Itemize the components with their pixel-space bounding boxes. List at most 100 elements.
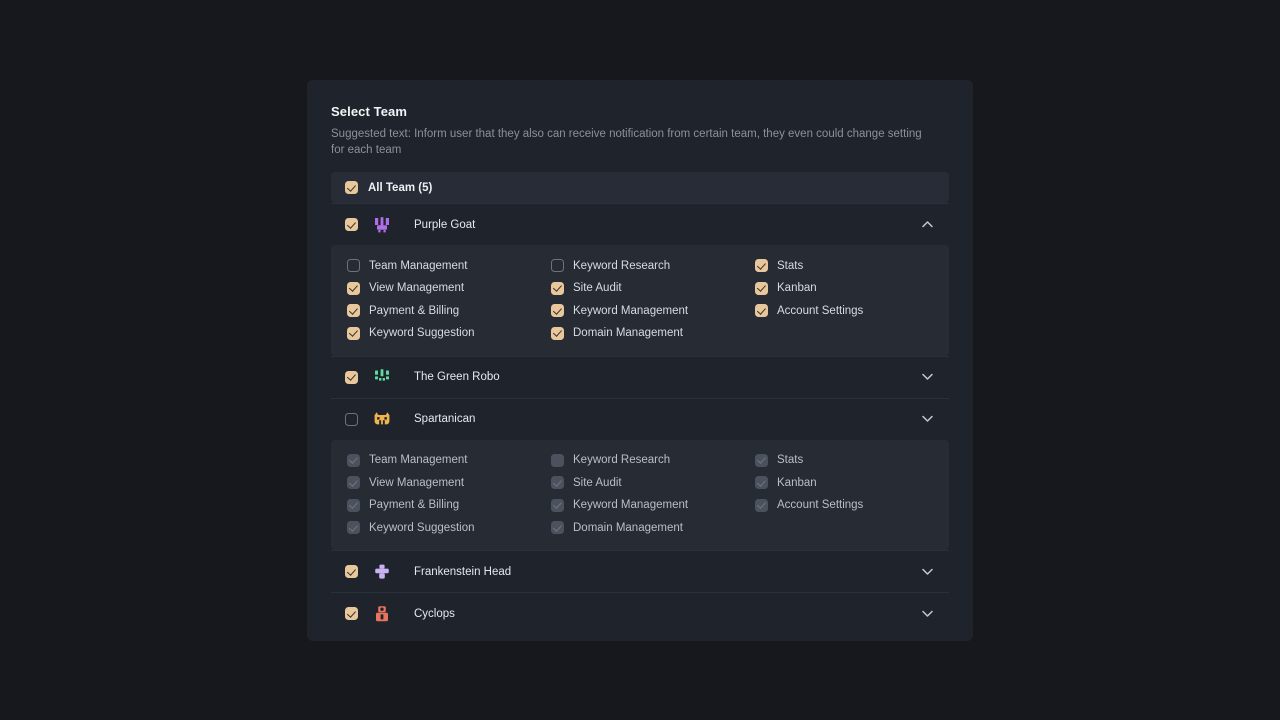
team-row[interactable]: Frankenstein Head (331, 550, 949, 592)
permission-label: Payment & Billing (369, 499, 460, 511)
permission-checkbox (551, 476, 564, 489)
team-row[interactable]: The Green Robo (331, 355, 949, 398)
team-name-label: Spartanican (414, 413, 476, 425)
permission-label: Site Audit (573, 282, 622, 294)
permission-checkbox[interactable] (755, 304, 768, 317)
app-root: Select Team Suggested text: Inform user … (0, 0, 1280, 720)
permission-item: View Management (347, 476, 551, 489)
permission-item[interactable]: View Management (347, 281, 551, 295)
permission-cell-empty (755, 327, 933, 340)
permission-checkbox (347, 521, 360, 534)
permission-checkbox[interactable] (551, 281, 564, 295)
permission-label: Kanban (777, 476, 817, 489)
permission-label: Keyword Suggestion (369, 521, 475, 534)
select-team-card: Select Team Suggested text: Inform user … (307, 80, 973, 641)
spartanican-logo (372, 409, 392, 429)
team-name-label: The Green Robo (414, 371, 500, 383)
chevron-up-icon[interactable] (922, 219, 933, 230)
team-name-label: Purple Goat (414, 218, 476, 231)
all-team-label: All Team (5) (368, 181, 433, 194)
permission-checkbox (755, 453, 768, 467)
permission-checkbox[interactable] (551, 259, 564, 272)
permission-label: Keyword Management (573, 304, 689, 317)
chevron-down-icon[interactable] (922, 608, 933, 619)
permission-checkbox (551, 453, 564, 467)
permission-item: Keyword Management (551, 498, 755, 512)
permission-checkbox[interactable] (347, 326, 360, 340)
permission-checkbox[interactable] (551, 326, 564, 340)
permission-label: Stats (777, 259, 804, 272)
permission-checkbox[interactable] (347, 304, 360, 317)
permission-item: Kanban (755, 476, 933, 489)
permission-label: Kanban (777, 282, 817, 294)
team-checkbox-wrapper (345, 412, 358, 426)
chevron-down-icon[interactable] (922, 414, 933, 425)
team-checkbox[interactable] (345, 565, 358, 578)
permission-checkbox[interactable] (551, 304, 564, 317)
permission-label: Domain Management (573, 327, 683, 339)
permission-checkbox (551, 521, 564, 534)
permission-label: Keyword Management (573, 499, 689, 511)
team-checkbox-wrapper (345, 607, 358, 620)
purple-goat-logo (372, 215, 392, 235)
permission-item[interactable]: Keyword Suggestion (347, 326, 551, 340)
permission-item[interactable]: Kanban (755, 281, 933, 295)
permission-label: Site Audit (573, 476, 622, 489)
page-subtitle: Suggested text: Inform user that they al… (331, 128, 922, 156)
green-robo-logo (372, 367, 392, 387)
team-checkbox[interactable] (345, 412, 358, 426)
permission-label: Payment & Billing (369, 304, 460, 317)
permission-item: Account Settings (755, 498, 933, 512)
permission-item[interactable]: Domain Management (551, 326, 755, 340)
permission-item[interactable]: Account Settings (755, 304, 933, 317)
page-title: Select Team (331, 104, 408, 119)
permission-label: Stats (777, 454, 804, 466)
permission-label: Account Settings (777, 304, 864, 317)
permission-item[interactable]: Keyword Management (551, 304, 755, 317)
permission-checkbox[interactable] (347, 259, 360, 272)
all-team-checkbox[interactable] (345, 181, 358, 194)
team-name-label: Frankenstein Head (414, 565, 512, 578)
chevron-down-icon[interactable] (922, 566, 933, 577)
team-checkbox-wrapper (345, 218, 358, 231)
permission-item: Site Audit (551, 476, 755, 489)
team-checkbox[interactable] (345, 370, 358, 384)
team-list: Purple Goat Team Management Keyword Resear… (331, 203, 949, 634)
permission-item[interactable]: Stats (755, 259, 933, 272)
permission-checkbox (347, 453, 360, 467)
team-checkbox[interactable] (345, 607, 358, 620)
permission-item[interactable]: Team Management (347, 259, 551, 272)
all-team-row[interactable]: All Team (5) (331, 172, 949, 203)
team-permissions-panel: Team Management Keyword Research Stats View… (331, 439, 949, 550)
permission-label: View Management (369, 282, 465, 294)
team-permissions-panel: Team Management Keyword Research Stats View… (331, 245, 949, 356)
permission-label: Team Management (369, 259, 468, 272)
permission-item: Domain Management (551, 521, 755, 534)
permission-checkbox (755, 498, 768, 512)
permission-cell-empty (755, 521, 933, 534)
team-row[interactable]: Purple Goat (331, 203, 949, 245)
permission-item: Keyword Suggestion (347, 521, 551, 534)
team-checkbox-wrapper (345, 565, 358, 578)
permission-checkbox[interactable] (347, 281, 360, 295)
team-checkbox[interactable] (345, 218, 358, 231)
cyclops-logo (372, 604, 392, 624)
permission-label: Keyword Suggestion (369, 327, 475, 339)
permission-item[interactable]: Payment & Billing (347, 304, 551, 317)
chevron-down-icon[interactable] (922, 372, 933, 383)
team-row[interactable]: Cyclops (331, 592, 949, 634)
permission-item: Keyword Research (551, 453, 755, 467)
permission-item: Team Management (347, 453, 551, 467)
team-checkbox-wrapper (345, 370, 358, 384)
permission-checkbox (755, 476, 768, 489)
permission-item[interactable]: Keyword Research (551, 259, 755, 272)
permission-label: Team Management (369, 454, 468, 466)
permission-checkbox[interactable] (755, 281, 768, 295)
permission-item[interactable]: Site Audit (551, 281, 755, 295)
frankenstein-head-logo (372, 562, 392, 582)
permission-label: Account Settings (777, 499, 864, 511)
permission-checkbox (347, 476, 360, 489)
team-row[interactable]: Spartanican (331, 397, 949, 440)
permission-checkbox[interactable] (755, 259, 768, 272)
permission-item: Payment & Billing (347, 498, 551, 512)
